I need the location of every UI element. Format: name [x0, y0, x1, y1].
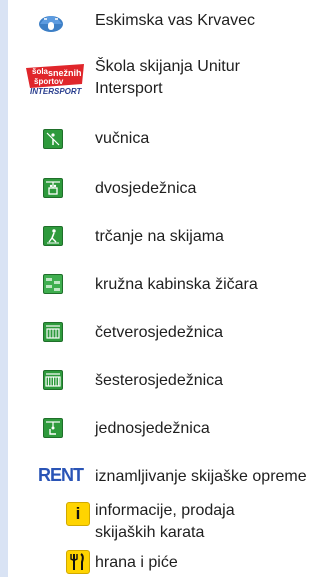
- legend-label: Eskimska vas Krvavec: [95, 12, 256, 29]
- svg-text:INTERSPORT: INTERSPORT: [30, 87, 83, 96]
- food-drink-icon: [66, 550, 90, 574]
- svg-text:šola: šola: [32, 67, 49, 76]
- cross-country-skiing-icon: [43, 226, 63, 246]
- gondola-icon: [43, 274, 63, 294]
- legend-label: četverosjedežnica: [95, 324, 224, 341]
- legend-label-line1: informacije, prodaja: [95, 502, 235, 519]
- legend-label: vučnica: [95, 130, 150, 147]
- double-chairlift-icon: [43, 178, 63, 198]
- legend-label-line2: Intersport: [95, 80, 163, 97]
- legend-label: dvosjedežnica: [95, 180, 197, 197]
- info-icon: i: [66, 502, 90, 526]
- rent-icon: RENT: [38, 465, 84, 485]
- legend-label: kružna kabinska žičara: [95, 276, 258, 293]
- drag-lift-icon: [43, 129, 63, 149]
- legend-label: iznamljivanje skijaške opreme: [95, 468, 307, 485]
- map-legend: Eskimska vas Krvavec šola snežnih športo…: [0, 0, 314, 577]
- legend-label: šesterosjedežnica: [95, 372, 224, 389]
- six-chairlift-icon: [43, 370, 63, 390]
- ski-school-logo: šola snežnih športov INTERSPORT: [22, 62, 94, 103]
- legend-label-line2: skijaških karata: [95, 524, 205, 541]
- quad-chairlift-icon: [43, 322, 63, 342]
- svg-text:športov: športov: [34, 77, 64, 86]
- legend-label: hrana i piće: [95, 554, 178, 571]
- igloo-icon: [38, 10, 64, 37]
- legend-label: jednosjedežnica: [95, 420, 210, 437]
- legend-label: trčanje na skijama: [95, 228, 224, 245]
- legend-label-line1: Škola skijanja Unitur: [95, 58, 240, 75]
- single-chairlift-icon: [43, 418, 63, 438]
